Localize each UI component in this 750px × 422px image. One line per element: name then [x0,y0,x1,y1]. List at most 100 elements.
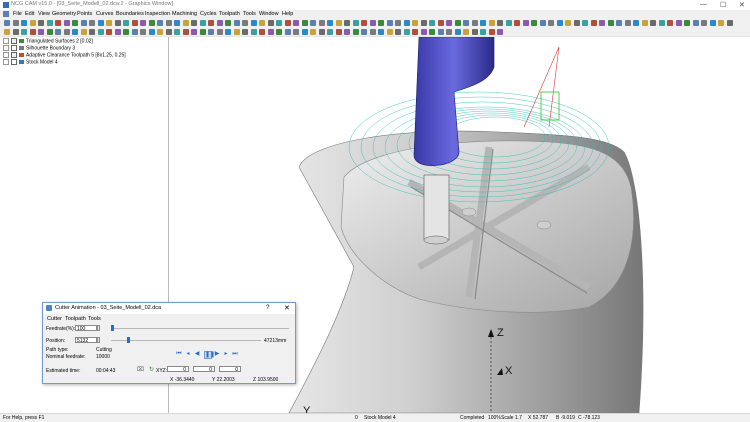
position-input[interactable]: 5132 [75,337,97,344]
dialog-menu-tools[interactable]: Tools [88,316,101,322]
toolbar-tool-icon[interactable] [497,19,503,26]
toolbar-tool-icon[interactable] [488,19,495,26]
toolbar-tool-icon[interactable] [565,19,571,26]
maximize-button[interactable]: ☐ [720,1,726,9]
toolbar-view-icon[interactable] [267,28,274,35]
refresh-icon[interactable]: ↻ [149,366,154,373]
step-back-icon[interactable]: ◂ [185,351,191,357]
toolbar-tool-icon[interactable] [463,19,469,26]
toolbar-tool-icon[interactable] [318,19,325,26]
toolbar-tool-icon[interactable] [140,19,146,26]
toolbar-view-icon[interactable] [318,28,325,35]
toolbar-tool-icon[interactable] [301,19,308,26]
toolbar-view-icon[interactable] [480,28,486,35]
toolbar-tool-icon[interactable] [505,19,512,26]
toolbar-view-icon[interactable] [199,28,206,35]
toolbar-tool-icon[interactable] [607,19,614,26]
dialog-close-button[interactable]: ✕ [284,304,290,312]
toolbar-tool-icon[interactable] [378,19,384,26]
checkbox[interactable] [11,52,17,58]
skip-to-start-icon[interactable]: ⏮ [176,351,182,357]
toolbar-tool-icon[interactable] [310,19,316,26]
toolbar-tool-icon[interactable] [395,19,401,26]
toolbar-tool-icon[interactable] [718,19,724,26]
help-button[interactable]: ? [266,305,269,311]
checkbox[interactable] [11,38,17,44]
toolbar-view-icon[interactable] [157,28,163,35]
toolbar-view-icon[interactable] [80,28,87,35]
xyz-z-input[interactable]: 0 [219,366,241,373]
menu-inspection[interactable]: Inspection [145,11,170,17]
toolbar-tool-icon[interactable] [267,19,274,26]
toolbar-view-icon[interactable] [386,28,393,35]
toolbar-tool-icon[interactable] [386,19,393,26]
toolbar-tool-icon[interactable] [284,19,291,26]
toolbar-tool-icon[interactable] [675,19,682,26]
toolbar-view-icon[interactable] [301,28,308,35]
toolbar-view-icon[interactable] [395,28,401,35]
toolbar-tool-icon[interactable] [650,19,656,26]
toolbar-tool-icon[interactable] [437,19,444,26]
toolbar-view-icon[interactable] [106,28,112,35]
toolbar-view-icon[interactable] [284,28,291,35]
document-icon[interactable] [3,11,9,17]
toolbar-tool-icon[interactable] [259,19,265,26]
dialog-menu-toolpath[interactable]: Toolpath [65,316,86,322]
toolbar-tool-icon[interactable] [208,19,214,26]
toolbar-view-icon[interactable] [293,28,299,35]
expand-icon[interactable] [3,38,9,44]
toolbar-tool-icon[interactable] [514,19,520,26]
pause-icon[interactable]: ❚❚ [204,351,215,359]
toolbar-view-icon[interactable] [123,28,129,35]
toolbar-view-icon[interactable] [208,28,214,35]
toolbar-tool-icon[interactable] [123,19,129,26]
toolbar-view-icon[interactable] [216,28,223,35]
toolbar-view-icon[interactable] [21,28,27,35]
menu-file[interactable]: File [13,11,22,17]
toolbar-tool-icon[interactable] [233,19,240,26]
toolbar-view-icon[interactable] [4,28,10,35]
toolbar-tool-icon[interactable] [335,19,342,26]
toolbar-tool-icon[interactable] [556,19,563,26]
position-spinner[interactable] [97,337,100,343]
tree-item-stock-model[interactable]: Stock Model 4 [3,59,58,65]
toolbar-view-icon[interactable] [131,28,138,35]
toolbar-view-icon[interactable] [471,28,478,35]
toolbar-view-icon[interactable] [327,28,333,35]
toolbar-tool-icon[interactable] [38,19,44,26]
toolbar-tool-icon[interactable] [72,19,78,26]
toolbar-view-icon[interactable] [38,28,44,35]
toolbar-tool-icon[interactable] [726,19,733,26]
menu-geometry[interactable]: Geometry [52,11,76,17]
toolbar-view-icon[interactable] [276,28,282,35]
toolbar-view-icon[interactable] [63,28,70,35]
toolbar-tool-icon[interactable] [548,19,554,26]
checkbox[interactable] [11,59,17,65]
toolbar-view-icon[interactable] [242,28,248,35]
toolbar-tool-icon[interactable] [471,19,478,26]
toolbar-view-icon[interactable] [403,28,410,35]
toolbar-view-icon[interactable] [165,28,172,35]
toolbar-tool-icon[interactable] [182,19,189,26]
feedrate-input[interactable]: 100 [75,325,97,332]
tree-item-adaptive-clearance[interactable]: Adaptive Clearance Toolpath 5 [8x1.25, 0… [3,52,126,58]
menu-boundaries[interactable]: Boundaries [116,11,144,17]
toolbar-view-icon[interactable] [191,28,197,35]
toolbar-view-icon[interactable] [72,28,78,35]
close-button[interactable]: ✕ [739,1,745,9]
toolbar-tool-icon[interactable] [242,19,248,26]
toolbar-tool-icon[interactable] [667,19,673,26]
toolbar-tool-icon[interactable] [216,19,223,26]
toolbar-tool-icon[interactable] [250,19,257,26]
toolbar-tool-icon[interactable] [582,19,588,26]
camera-icon[interactable]: ⌧ [137,366,144,373]
dialog-menu-cutter[interactable]: Cutter [47,316,62,322]
toolbar-view-icon[interactable] [12,28,19,35]
toolbar-tool-icon[interactable] [46,19,53,26]
toolbar-tool-icon[interactable] [293,19,299,26]
toolbar-view-icon[interactable] [140,28,146,35]
toolbar-view-icon[interactable] [29,28,36,35]
toolbar-tool-icon[interactable] [446,19,452,26]
menu-machining[interactable]: Machining [172,11,197,17]
toolbar-view-icon[interactable] [225,28,231,35]
